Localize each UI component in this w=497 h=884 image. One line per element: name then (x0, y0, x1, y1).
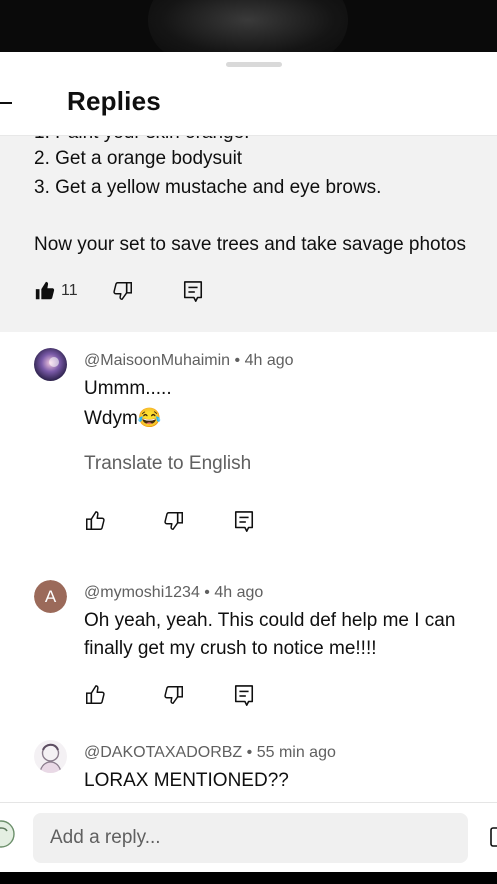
separator: • (234, 352, 241, 369)
reply-composer (0, 802, 497, 872)
parent-comment-line: Now your set to save trees and take sava… (34, 234, 466, 255)
reply-text-line: LORAX MENTIONED?? (84, 770, 289, 791)
reply-item: A @mymoshi1234 • 4h ago Oh yeah, yeah. T… (0, 564, 497, 724)
reply-meta: @DAKOTAXADORBZ • 55 min ago (84, 744, 336, 762)
reply-actions (84, 684, 284, 708)
reply-text-line: Oh yeah, yeah. This could def help me I … (84, 610, 456, 631)
drag-handle[interactable] (226, 62, 282, 67)
thumbs-up-filled-icon[interactable] (34, 280, 56, 302)
parent-comment-line: 1. Paint your skin orange. (34, 136, 249, 144)
parent-comment: 1. Paint your skin orange. 2. Get a oran… (0, 136, 497, 332)
system-nav-bar (0, 872, 497, 884)
reply-handle[interactable]: @mymoshi1234 (84, 584, 200, 601)
video-player-strip[interactable] (0, 0, 497, 52)
reply-icon[interactable] (233, 684, 255, 708)
sticker-icon[interactable] (490, 827, 497, 847)
reply-input[interactable] (33, 813, 468, 863)
thumbs-down-icon[interactable] (163, 510, 185, 532)
reply-item: @DAKOTAXADORBZ • 55 min ago LORAX MENTIO… (0, 724, 497, 802)
reply-thread[interactable]: 1. Paint your skin orange. 2. Get a oran… (0, 136, 497, 802)
parent-comment-line: 3. Get a yellow mustache and eye brows. (34, 177, 382, 198)
thumbs-up-icon[interactable] (84, 510, 106, 532)
avatar[interactable] (34, 348, 67, 381)
parent-comment-line: 2. Get a orange bodysuit (34, 148, 243, 169)
reply-meta: @mymoshi1234 • 4h ago (84, 584, 263, 602)
reply-time: 4h ago (214, 584, 264, 601)
avatar[interactable] (34, 740, 67, 773)
like-count: 11 (61, 282, 78, 299)
parent-comment-actions: 11 (34, 280, 334, 304)
page-title: Replies (67, 86, 161, 116)
video-frame (148, 0, 348, 52)
avatar[interactable]: A (34, 580, 67, 613)
separator: • (246, 744, 253, 761)
separator: • (204, 584, 210, 601)
replies-header: Replies (0, 72, 497, 136)
reply-handle[interactable]: @MaisoonMuhaimin (84, 352, 230, 369)
reply-handle[interactable]: @DAKOTAXADORBZ (84, 744, 242, 761)
avatar-image (34, 348, 67, 381)
reply-item: @MaisoonMuhaimin • 4h ago Ummm..... Wdym… (0, 332, 497, 564)
reply-time: 4h ago (244, 352, 294, 369)
thumbs-down-icon[interactable] (112, 280, 134, 302)
reply-text-line: Wdym😂 (84, 408, 162, 429)
reply-meta: @MaisoonMuhaimin • 4h ago (84, 352, 294, 370)
reply-text-line: finally get my crush to notice me!!!! (84, 638, 377, 659)
back-arrow-icon[interactable] (0, 102, 12, 104)
thumbs-down-icon[interactable] (163, 684, 185, 706)
thumbs-up-icon[interactable] (84, 684, 106, 706)
user-avatar-icon (0, 820, 15, 848)
reply-text-line: Ummm..... (84, 378, 172, 399)
reply-icon[interactable] (233, 510, 255, 534)
reply-actions (84, 510, 284, 534)
avatar-initial: A (44, 587, 57, 606)
reply-icon[interactable] (182, 280, 204, 304)
translate-link[interactable]: Translate to English (84, 453, 251, 475)
replies-sheet: Replies 1. Paint your skin orange. 2. Ge… (0, 52, 497, 872)
avatar-image (34, 740, 67, 773)
reply-time: 55 min ago (256, 744, 336, 761)
